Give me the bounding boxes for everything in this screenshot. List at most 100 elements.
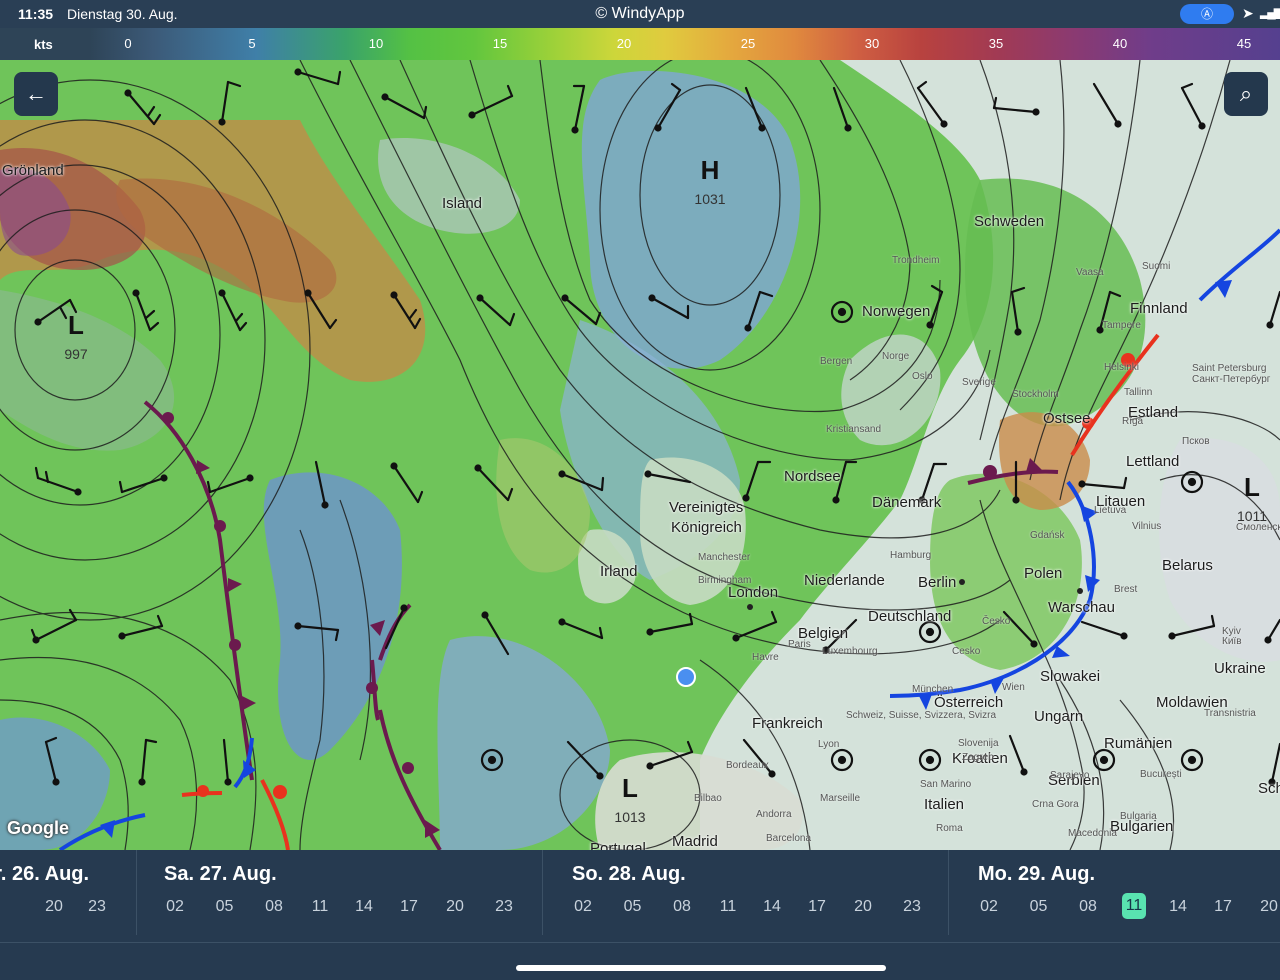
- scale-tick: 10: [368, 36, 384, 51]
- timeline-hour[interactable]: 20: [438, 898, 472, 916]
- map-label: Deutschland: [868, 608, 952, 625]
- timeline-hour[interactable]: 08: [665, 898, 699, 916]
- map-label: Österreich: [934, 694, 1004, 711]
- map-label: Madrid: [672, 833, 718, 850]
- timeline-hour[interactable]: 05: [616, 898, 650, 916]
- map-small-label: San Marino: [920, 779, 972, 790]
- user-location-marker[interactable]: [676, 667, 696, 687]
- timeline-hour[interactable]: 20: [37, 898, 71, 916]
- map-small-label: Cesko: [952, 646, 981, 657]
- map-small-label: Stockholm: [1012, 389, 1059, 400]
- scale-tick: 40: [1112, 36, 1128, 51]
- map-small-label: Zagreb: [962, 752, 994, 763]
- timeline-hour[interactable]: 11: [711, 898, 745, 916]
- map-label: Niederlande: [804, 572, 885, 589]
- status-bar: 11:35 Dienstag 30. Aug. © WindyApp Ⓐ ➤ ▂…: [0, 0, 1280, 28]
- map-small-label: Transnistria: [1204, 708, 1256, 719]
- timeline-day[interactable]: So. 28. Aug.: [572, 863, 686, 886]
- timeline-hour[interactable]: 20: [846, 898, 880, 916]
- timeline-hour[interactable]: 14: [755, 898, 789, 916]
- location-indicator-icon: Ⓐ: [1180, 4, 1234, 24]
- map-small-label: Gdańsk: [1030, 530, 1065, 541]
- map-small-label: Київ: [1222, 636, 1242, 647]
- map-label: Grönland: [2, 162, 64, 179]
- map-label: Nordsee: [784, 468, 841, 485]
- timeline-hour[interactable]: 17: [800, 898, 834, 916]
- timeline-hour[interactable]: 05: [208, 898, 242, 916]
- map-label: Lettland: [1126, 453, 1180, 470]
- map-small-label: Helsinki: [1104, 362, 1140, 373]
- navigation-arrow-icon: ➤: [1242, 5, 1254, 21]
- back-button[interactable]: ←: [14, 72, 58, 116]
- map-small-label: Rīga: [1122, 416, 1144, 427]
- signal-icon: ▂▄▆: [1260, 5, 1280, 19]
- timeline-hour[interactable]: 02: [972, 898, 1006, 916]
- timeline-hour[interactable]: 23: [487, 898, 521, 916]
- timeline-hour[interactable]: 14: [347, 898, 381, 916]
- map-small-label: Санкт-Петербург: [1192, 374, 1271, 385]
- map-small-label: München: [912, 684, 954, 695]
- scale-tick: 25: [740, 36, 756, 51]
- map-small-label: Bordeaux: [726, 760, 769, 771]
- map-small-label: Suomi: [1142, 261, 1171, 272]
- timeline-hour[interactable]: 08: [1071, 898, 1105, 916]
- map-small-label: București: [1140, 769, 1182, 780]
- map-small-label: Marseille: [820, 793, 861, 804]
- timeline-hour[interactable]: 11: [303, 898, 337, 916]
- timeline-hour[interactable]: 17: [392, 898, 426, 916]
- map-label: Ostsee: [1043, 410, 1091, 427]
- map-small-label: Birmingham: [698, 575, 752, 586]
- high-pressure-symbol: H: [700, 155, 720, 185]
- home-indicator[interactable]: [516, 965, 886, 971]
- map-small-label: Lyon: [818, 739, 840, 750]
- map-label: Island: [442, 195, 483, 212]
- low-pressure-symbol: L: [622, 773, 638, 803]
- timeline-hour[interactable]: 23: [80, 898, 114, 916]
- map-small-label: Vaasa: [1076, 267, 1104, 278]
- timeline-hour[interactable]: 08: [257, 898, 291, 916]
- map-label: Rumänien: [1104, 735, 1173, 752]
- scale-tick: 5: [248, 36, 256, 51]
- map-small-label: Manchester: [698, 552, 751, 563]
- map-small-label: Macedonia: [1068, 828, 1117, 839]
- back-arrow-icon: ←: [25, 81, 47, 106]
- map-small-label: Bergen: [820, 356, 853, 367]
- map-small-label: Brest: [1114, 584, 1138, 595]
- timeline-separator: [0, 942, 1280, 943]
- weather-map[interactable]: Grönland Island Schweden Norwegen Finnland Es…: [0, 60, 1280, 850]
- timeline-hour[interactable]: 02: [566, 898, 600, 916]
- map-label: Berlin: [918, 574, 957, 591]
- timeline-hour[interactable]: 14: [1161, 898, 1195, 916]
- map-label: Belarus: [1162, 557, 1213, 574]
- map-small-label: Andorra: [756, 809, 792, 820]
- timeline-hour-selected[interactable]: 11: [1122, 893, 1146, 919]
- timeline-day[interactable]: Sa. 27. Aug.: [164, 863, 277, 886]
- day-divider: [542, 850, 543, 935]
- map-label: Norwegen: [862, 303, 931, 320]
- scale-unit: kts: [34, 37, 53, 52]
- map-small-label: Trondheim: [892, 255, 940, 266]
- timeline-hour[interactable]: 23: [895, 898, 929, 916]
- pressure-value: 1013: [614, 809, 646, 825]
- map-label: Ukraine: [1214, 660, 1266, 677]
- map-label: Polen: [1024, 565, 1063, 582]
- timeline-day[interactable]: Mo. 29. Aug.: [978, 863, 1095, 886]
- timeline-hour[interactable]: 02: [158, 898, 192, 916]
- map-small-label: Hamburg: [890, 550, 932, 561]
- map-small-label: Tampere: [1102, 320, 1141, 331]
- app-title: © WindyApp: [595, 5, 685, 22]
- timeline-hour[interactable]: 17: [1206, 898, 1240, 916]
- timeline[interactable]: Fr. 26. Aug. Sa. 27. Aug. So. 28. Aug. Mo. …: [0, 850, 1280, 980]
- timeline-hour[interactable]: 20: [1252, 898, 1280, 916]
- scale-tick: 20: [616, 36, 632, 51]
- search-button[interactable]: ⌕: [1224, 72, 1268, 116]
- map-small-label: Havre: [752, 652, 779, 663]
- map-label: Slowakei: [1040, 668, 1101, 685]
- day-divider: [948, 850, 949, 935]
- map-small-label: Lietuva: [1094, 505, 1127, 516]
- map-label: Ungarn: [1034, 708, 1084, 725]
- timeline-hour[interactable]: 05: [1022, 898, 1056, 916]
- timeline-day[interactable]: Fr. 26. Aug.: [0, 863, 89, 886]
- map-small-label: Norge: [882, 351, 910, 362]
- map-small-label: Paris: [788, 639, 811, 650]
